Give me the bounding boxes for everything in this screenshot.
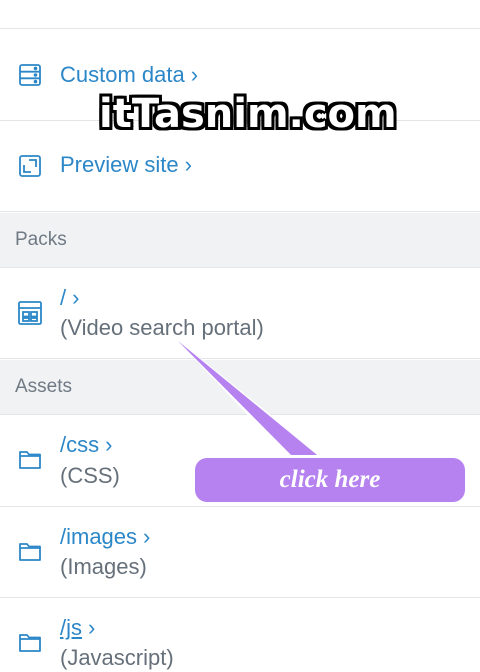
layout-icon [17,300,43,326]
packs-section-header: Packs [0,213,480,268]
asset-js-description: (Javascript) [60,645,174,670]
asset-row-js[interactable]: /js › (Javascript) [0,599,480,672]
asset-js-link[interactable]: /js › [60,615,95,641]
asset-row-images[interactable]: /images › (Images) [0,508,480,598]
folder-icon [17,629,43,655]
click-here-callout: click here [195,458,465,502]
chevron-right-icon: › [105,432,113,457]
preview-icon [17,153,43,179]
asset-css-link[interactable]: /css › [60,432,112,458]
preview-site-link[interactable]: Preview site › [60,152,192,178]
server-icon [17,62,43,88]
chevron-right-icon: › [72,285,80,310]
assets-section-title: Assets [15,376,73,397]
chevron-right-icon: › [184,152,192,177]
chevron-right-icon: › [88,615,96,640]
watermark-text: itTasnim.com [99,91,397,137]
packs-section-title: Packs [15,229,67,250]
callout-text: click here [279,466,381,493]
pack-row[interactable]: / › (Video search portal) [0,269,480,359]
assets-section-header: Assets [0,360,480,415]
pack-description: (Video search portal) [60,315,264,340]
asset-images-description: (Images) [60,554,147,579]
top-list-row [0,0,480,29]
asset-images-link[interactable]: /images › [60,524,150,550]
folder-icon [17,538,43,564]
asset-css-description: (CSS) [60,463,120,488]
custom-data-link[interactable]: Custom data › [60,62,198,88]
folder-icon [17,446,43,472]
pack-root-link[interactable]: / › [60,285,79,311]
chevron-right-icon: › [143,524,151,549]
chevron-right-icon: › [190,62,199,87]
